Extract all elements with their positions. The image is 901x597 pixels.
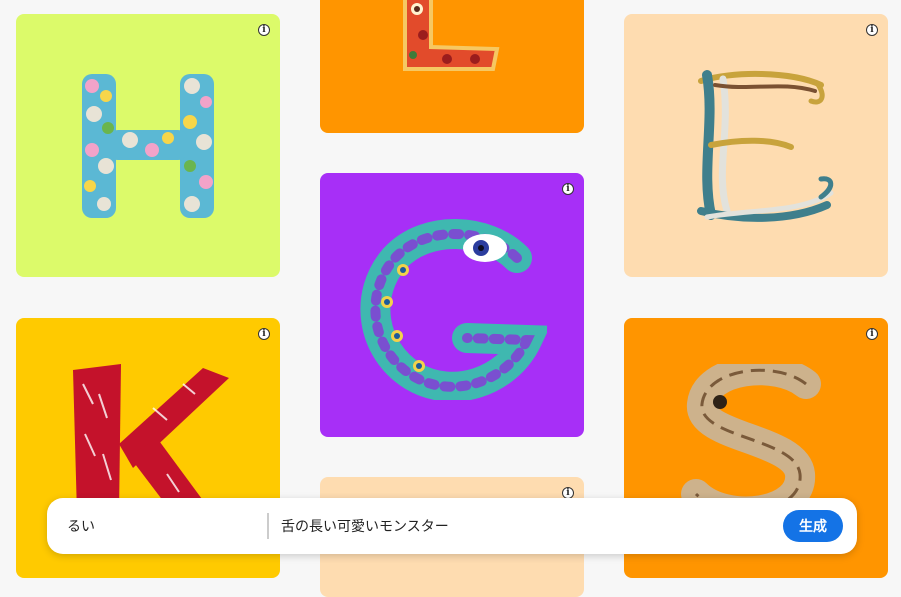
style-selector[interactable]: るい (47, 516, 267, 536)
letter-l-artwork (320, 0, 584, 133)
prompt-bar: るい 生成 (47, 498, 857, 554)
generate-button[interactable]: 生成 (783, 510, 843, 542)
info-icon[interactable]: i (866, 328, 878, 340)
letter-h-artwork (16, 14, 280, 277)
prompt-input[interactable] (269, 517, 783, 535)
tile-letter-l[interactable]: i (320, 0, 584, 133)
info-icon[interactable]: i (562, 183, 574, 195)
tile-letter-e[interactable]: i (624, 14, 888, 277)
tile-letter-h[interactable]: i (16, 14, 280, 277)
info-icon[interactable]: i (258, 328, 270, 340)
tile-letter-g[interactable]: i (320, 173, 584, 437)
letter-g-artwork (320, 173, 584, 437)
info-icon[interactable]: i (258, 24, 270, 36)
letter-e-artwork (624, 14, 888, 277)
info-icon[interactable]: i (866, 24, 878, 36)
